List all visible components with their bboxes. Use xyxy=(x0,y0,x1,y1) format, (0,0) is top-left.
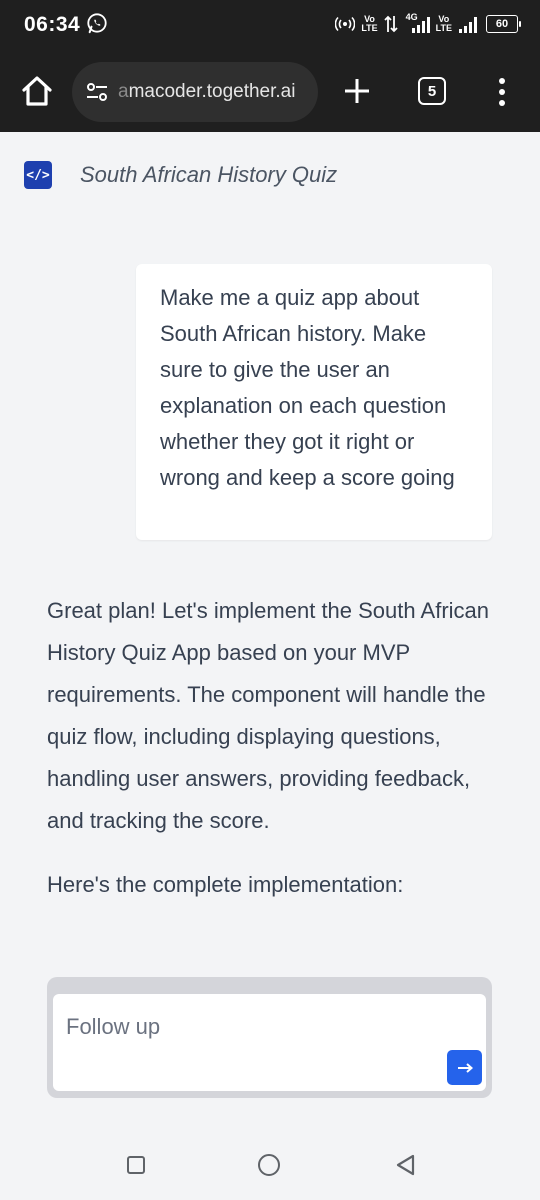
volte-label-1: Vo LTE xyxy=(361,14,378,33)
signal-icon: 4G xyxy=(404,13,430,34)
app-logo[interactable]: </> xyxy=(24,161,52,189)
plus-icon[interactable] xyxy=(342,74,372,108)
data-arrows-icon xyxy=(384,15,398,33)
arrow-right-icon xyxy=(457,1062,473,1073)
signal-icon xyxy=(459,17,477,33)
user-message: Make me a quiz app about South African h… xyxy=(136,264,492,540)
tab-count: 5 xyxy=(427,82,437,100)
battery-icon: 60 xyxy=(486,15,521,33)
follow-up-composer xyxy=(47,977,492,1098)
status-icons: Vo LTE 4G Vo LTE 60 xyxy=(335,12,521,36)
tabs-button[interactable]: 5 xyxy=(418,77,446,105)
site-settings-icon[interactable] xyxy=(84,79,110,105)
battery-level: 60 xyxy=(495,18,509,30)
follow-up-input[interactable] xyxy=(66,1012,426,1042)
hotspot-icon xyxy=(335,16,356,32)
send-button[interactable] xyxy=(447,1050,482,1085)
recents-icon[interactable] xyxy=(127,1156,145,1174)
status-time: 06:34 xyxy=(24,13,81,36)
home-circle-icon[interactable] xyxy=(258,1154,280,1176)
home-icon[interactable] xyxy=(20,74,54,108)
assistant-paragraph: Great plan! Let's implement the South Af… xyxy=(47,598,489,833)
more-vertical-icon[interactable] xyxy=(492,76,512,108)
back-icon[interactable] xyxy=(394,1153,416,1177)
assistant-message: Great plan! Let's implement the South Af… xyxy=(47,590,507,906)
browser-toolbar: amacoder.together.ai 5 xyxy=(0,52,540,132)
composer-box[interactable] xyxy=(53,994,486,1091)
code-icon: </> xyxy=(26,167,50,183)
status-bar: 06:34 Vo LTE 4G Vo LTE 60 xyxy=(0,0,540,52)
whatsapp-icon xyxy=(87,13,107,34)
page-title: South African History Quiz xyxy=(80,162,338,187)
assistant-paragraph: Here's the complete implementation: xyxy=(47,872,404,897)
system-nav-bar xyxy=(0,1130,540,1200)
address-bar[interactable]: amacoder.together.ai xyxy=(72,62,318,122)
volte-label-2: Vo LTE xyxy=(435,14,452,33)
url-text: amacoder.together.ai xyxy=(118,81,296,102)
